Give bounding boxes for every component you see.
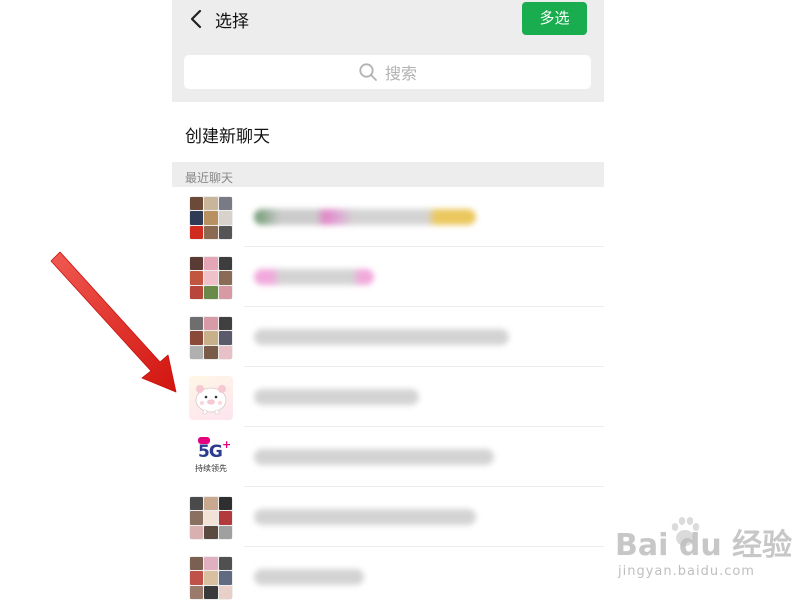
group-avatar	[189, 256, 233, 300]
multi-select-button[interactable]: 多选	[522, 2, 587, 35]
chat-name-blurred	[254, 209, 476, 225]
chat-name-blurred	[254, 269, 374, 285]
5g-logo-text: 5G	[198, 442, 223, 462]
group-avatar	[189, 556, 233, 600]
group-avatar	[189, 496, 233, 540]
baidu-jingyan-watermark: Bai du 经验 jingyan.baidu.com	[615, 512, 795, 592]
pig-sticker-icon	[195, 385, 227, 415]
screenshot-stage: 选择 多选 搜索 创建新聊天 最近聊天 5G + 持续领先 Bai du 经验 …	[0, 0, 800, 600]
paw-icon	[671, 517, 700, 546]
chat-item-5[interactable]: 5G + 持续领先	[172, 427, 604, 487]
5g-avatar: 5G + 持续领先	[189, 436, 233, 480]
chat-name-blurred	[254, 329, 509, 345]
chat-item-1[interactable]	[172, 187, 604, 247]
chat-item-3[interactable]	[172, 307, 604, 367]
search-icon	[359, 63, 377, 81]
recent-chats-label: 最近聊天	[185, 171, 234, 185]
chat-item-4[interactable]	[172, 367, 604, 427]
chat-name-blurred	[254, 389, 419, 405]
group-avatar	[189, 316, 233, 360]
search-input[interactable]: 搜索	[184, 55, 591, 89]
5g-slogan: 持续领先	[195, 464, 227, 473]
search-placeholder-wrap: 搜索	[184, 55, 591, 89]
chat-name-blurred	[254, 569, 364, 585]
chat-item-2[interactable]	[172, 247, 604, 307]
chevron-left-icon	[190, 9, 202, 29]
chat-item-7[interactable]	[172, 547, 604, 600]
back-button[interactable]	[184, 6, 210, 32]
recent-chat-list: 5G + 持续领先	[172, 187, 604, 600]
group-avatar	[189, 196, 233, 240]
pig-avatar	[189, 376, 233, 420]
phone-screen: 选择 多选 搜索 创建新聊天 最近聊天 5G + 持续领先	[172, 0, 604, 600]
chat-item-6[interactable]	[172, 487, 604, 547]
create-new-chat-row[interactable]: 创建新聊天	[172, 102, 604, 162]
create-new-chat-label: 创建新聊天	[185, 127, 270, 147]
page-title: 选择	[215, 12, 249, 32]
top-bar: 选择 多选	[172, 0, 604, 40]
chat-name-blurred	[254, 449, 494, 465]
watermark-url: jingyan.baidu.com	[618, 564, 755, 579]
plus-icon: +	[222, 438, 232, 451]
search-placeholder: 搜索	[384, 64, 417, 83]
chat-name-blurred	[254, 509, 476, 525]
